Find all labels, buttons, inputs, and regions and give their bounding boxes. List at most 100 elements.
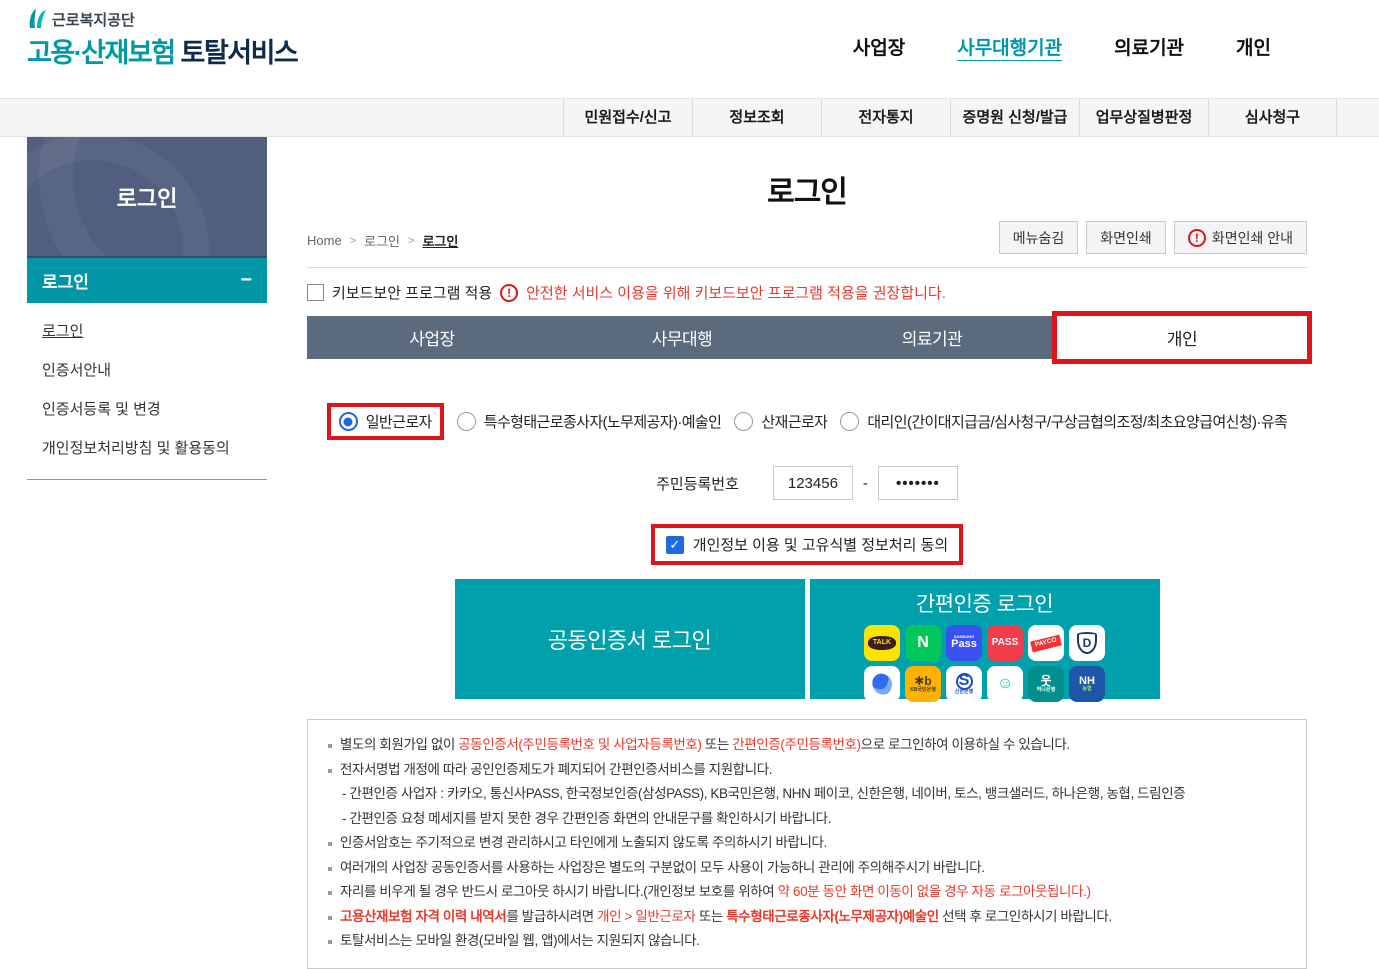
notice-line: 고용산재보험 자격 이력 내역서를 발급하시려면 개인 > 일반근로자 또는 특… [328, 905, 1286, 930]
notice-line: 자리를 비우게 될 경우 반드시 로그아웃 하시기 바랍니다.(개인정보 보호를… [328, 880, 1286, 905]
radio-option-대리인(간이대지급금[interactable]: 대리인(간이대지급금/심사청구/구상금협의조정/최초요양급여신청)·유족 [840, 411, 1288, 432]
toss-icon [864, 666, 900, 702]
breadcrumb-Home[interactable]: Home [307, 233, 342, 248]
breadcrumb-로그인[interactable]: 로그인 [364, 231, 400, 250]
sidebar-item-인증서안내[interactable]: 인증서안내 [27, 350, 267, 389]
tab-개인[interactable]: 개인 [1052, 311, 1312, 364]
site-logo[interactable]: 근로복지공단 고용·산재보험 토탈서비스 [27, 8, 299, 70]
notice-segment: 별도의 회원가입 없이 [340, 737, 459, 752]
top-nav-item-사업장[interactable]: 사업장 [853, 33, 905, 60]
collapse-minus-icon[interactable]: − [240, 269, 252, 292]
provider-sub-label: 농협 [1082, 686, 1092, 693]
notice-line: - 간편인증 요청 메세지를 받지 못한 경우 간편인증 화면의 안내문구를 확… [328, 807, 1286, 832]
notice-segment: 또는 [701, 737, 733, 752]
notice-segment: 토탈서비스는 모바일 환경(모바일 웹, 앱)에서는 지원되지 않습니다. [340, 933, 700, 948]
notice-line: 별도의 회원가입 없이 공동인증서(주민등록번호 및 사업자등록번호) 또는 간… [328, 733, 1286, 758]
tab-의료기관[interactable]: 의료기관 [807, 316, 1057, 359]
radio-label: 특수형태근로종사자(노무제공자)·예술인 [483, 414, 722, 431]
swirl-glyph [869, 671, 895, 697]
keyboard-security-warning: 안전한 서비스 이용을 위해 키보드보안 프로그램 적용을 권장합니다. [526, 285, 946, 302]
notice-segment-red: 약 60분 동안 화면 이동이 없을 경우 자동 로그아웃됩니다.) [777, 884, 1091, 899]
breadcrumb-로그인[interactable]: 로그인 [422, 231, 458, 250]
radio-checked-icon[interactable] [338, 412, 358, 431]
action-button-label: 메뉴숨김 [1012, 229, 1065, 246]
payco-icon: PAYCO [1028, 625, 1064, 661]
top-nav: 사업장 사무대행기관 의료기관 개인 [853, 33, 1271, 60]
tab-사업장[interactable]: 사업장 [307, 316, 557, 359]
service-name-dark: 토탈서비스 [180, 38, 299, 68]
gnb-item-정보조회[interactable]: 정보조회 [692, 99, 821, 136]
global-nav-bar: 민원접수/신고 정보조회 전자통지 증명원 신청/발급 업무상질병판정 심사청구 [0, 98, 1379, 137]
comwel-logo-icon [29, 9, 46, 28]
site-header: 근로복지공단 고용·산재보험 토탈서비스 사업장 사무대행기관 의료기관 개인 [0, 0, 1379, 98]
gnb-item-민원접수/신고[interactable]: 민원접수/신고 [563, 99, 692, 136]
keyboard-security-checkbox[interactable] [307, 284, 324, 301]
page-action-buttons: 메뉴숨김 화면인쇄! 화면인쇄 안내 [998, 221, 1307, 254]
notice-segment: 인증서암호는 주기적으로 변경 관리하시고 타인에게 노출되지 않도록 주의하시… [340, 835, 827, 850]
sidebar-item-인증서등록 및 변경[interactable]: 인증서등록 및 변경 [27, 389, 267, 428]
gnb-item-전자통지[interactable]: 전자통지 [821, 99, 950, 136]
provider-label: PASS [991, 636, 1019, 648]
notice-line: 여러개의 사업장 공동인증서를 사용하는 사업장은 별도의 구분없이 모두 사용… [328, 856, 1286, 881]
notice-segment: 또는 [695, 908, 727, 924]
top-nav-item-개인[interactable]: 개인 [1236, 33, 1271, 60]
provider-label: 웃 [1040, 674, 1052, 689]
sidebar-item-개인정보처리방침 및 활용동의[interactable]: 개인정보처리방침 및 활용동의 [27, 428, 267, 467]
gnb-item-업무상질병판정[interactable]: 업무상질병판정 [1079, 99, 1208, 136]
notice-segment: 으로 로그인하여 이용하실 수 있습니다. [860, 737, 1070, 752]
bubble-glyph: TALK [867, 636, 897, 650]
sidebar-group-label: 로그인 [42, 273, 89, 292]
action-button-화면인쇄[interactable]: 화면인쇄 [1086, 221, 1166, 254]
gnb-item-심사청구[interactable]: 심사청구 [1208, 99, 1337, 136]
provider-label: Pass [951, 638, 977, 651]
notice-segment-red: 간편인증(주민등록번호) [732, 737, 861, 752]
radio-unchecked-icon[interactable] [840, 412, 860, 431]
cert-login-button[interactable]: 공동인증서 로그인 [454, 579, 805, 699]
radio-unchecked-icon[interactable] [734, 412, 754, 431]
notice-segment: 자리를 비우게 될 경우 반드시 로그아웃 하시기 바랍니다.(개인정보 보호를… [340, 884, 778, 899]
notice-line: 인증서암호는 주기적으로 변경 관리하시고 타인에게 노출되지 않도록 주의하시… [328, 831, 1286, 856]
rrn-label: 주민등록번호 [656, 475, 739, 493]
radio-option-특수형태근로종사자([interactable]: 특수형태근로종사자(노무제공자)·예술인 [456, 411, 722, 432]
simple-login-title: 간편인증 로그인 [915, 593, 1054, 616]
provider-label: ✱b [914, 674, 932, 689]
rrn-front-input[interactable] [772, 466, 853, 500]
radio-annotation-box: 일반근로자 [326, 403, 444, 440]
notice-line: 전자서명법 개정에 따라 공인인증제도가 폐지되어 간편인증서비스를 지원합니다… [328, 758, 1286, 783]
consent-checkbox[interactable]: ✓ [665, 535, 684, 554]
service-name-teal: 고용·산재보험 [27, 38, 176, 68]
gnb-item-증명원 신청/발급[interactable]: 증명원 신청/발급 [950, 99, 1079, 136]
kakaotalk-icon: TALK [864, 625, 900, 661]
top-nav-item-의료기관[interactable]: 의료기관 [1114, 33, 1184, 60]
notice-segment: 여러개의 사업장 공동인증서를 사용하는 사업장은 별도의 구분없이 모두 사용… [340, 859, 985, 875]
notice-segment: - 간편인증 사업자 : 카카오, 통신사PASS, 한국정보인증(삼성PASS… [342, 786, 1186, 801]
radio-unchecked-icon[interactable] [456, 412, 476, 431]
radio-option-일반근로자[interactable]: 일반근로자 [338, 411, 433, 432]
notice-segment-red: 공동인증서(주민등록번호 및 사업자등록번호) [458, 737, 702, 752]
provider-sub-label: KB국민은행 [910, 686, 936, 693]
breadcrumb-separator: > [349, 234, 357, 247]
circle-glyph: S [955, 672, 973, 690]
keyboard-security-label: 키보드보안 프로그램 적용 [332, 285, 493, 302]
page-title: 로그인 [767, 176, 848, 209]
samsung-pass-icon: SAMSUNG Pass [946, 625, 982, 661]
sidebar-group-login[interactable]: 로그인 − [27, 256, 267, 303]
simple-login-button[interactable]: 간편인증 로그인 TALK N SAMSUNG Pass PASS PAYCO D ✱b KB국… [809, 579, 1160, 702]
action-button-메뉴숨김[interactable]: 메뉴숨김 [998, 221, 1079, 254]
radio-label: 일반근로자 [365, 414, 433, 431]
top-nav-item-사무대행기관[interactable]: 사무대행기관 [957, 33, 1062, 60]
breadcrumb-separator: > [408, 234, 415, 247]
provider-sub-label: 하나은행 [1036, 686, 1056, 693]
notice-segment-red: 고용산재보험 자격 이력 내역서 [340, 908, 507, 924]
tab-사무대행[interactable]: 사무대행 [557, 316, 807, 359]
dream-security-icon: D [1069, 625, 1105, 661]
action-button-화면인쇄 안내[interactable]: ! 화면인쇄 안내 [1173, 221, 1307, 254]
radio-option-산재근로자[interactable]: 산재근로자 [734, 411, 828, 432]
sidebar-item-로그인[interactable]: 로그인 [27, 311, 267, 350]
ribbon-glyph: PAYCO [1030, 634, 1062, 652]
rrn-separator: - [862, 474, 868, 492]
rrn-back-input[interactable] [877, 466, 958, 500]
sidebar-title: 로그인 [27, 137, 267, 256]
provider-sub-label: 신한은행 [954, 688, 974, 695]
provider-label: ☺ [996, 674, 1014, 692]
